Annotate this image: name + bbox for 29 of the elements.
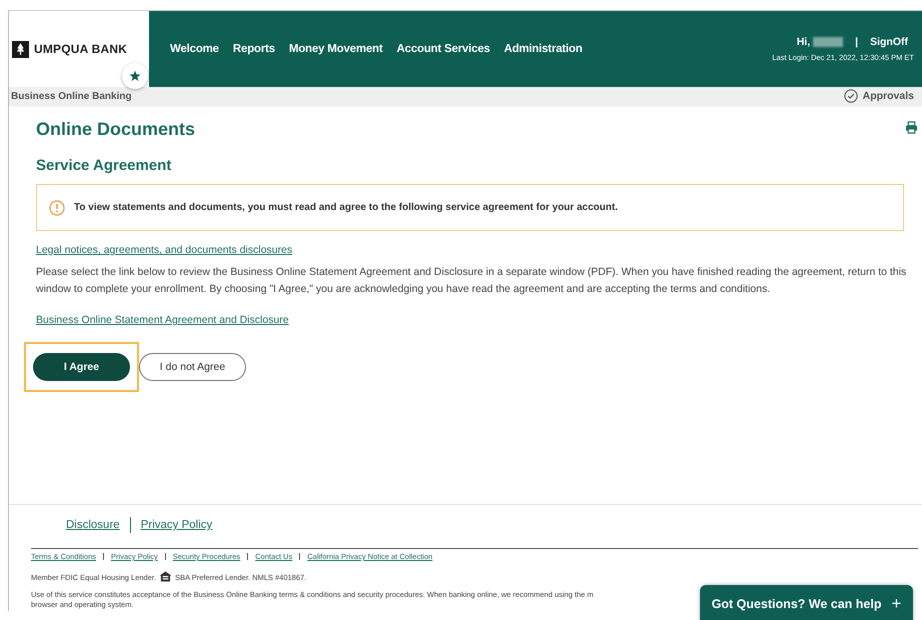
alert-text: To view statements and documents, you must read and agree to the following service agreement for your account. <box>74 202 618 213</box>
decline-button[interactable]: I do not Agree <box>139 353 246 381</box>
logo-icon <box>12 40 29 58</box>
redacted-name <box>813 37 844 47</box>
footer-link[interactable]: Privacy Policy <box>140 519 212 531</box>
nav-item[interactable]: Reports <box>232 43 275 55</box>
agree-button[interactable]: I Agree <box>33 353 130 381</box>
nav-item[interactable]: Welcome <box>170 43 219 55</box>
separator-text: | <box>855 36 858 48</box>
footer-link[interactable]: Disclosure <box>66 519 120 531</box>
check-circle-icon <box>844 89 858 103</box>
chat-button[interactable]: Got Questions? We can help + <box>700 585 913 620</box>
agreement-link[interactable]: Business Online Statement Agreement and Disclosure <box>36 314 289 326</box>
warning-icon <box>49 200 65 216</box>
logo-text[interactable]: UMPQUA BANK <box>34 42 128 56</box>
nav-item[interactable]: Account Services <box>396 43 490 55</box>
disclosures-link[interactable]: Legal notices, agreements, and documents disclosures <box>36 244 292 256</box>
breadcrumb-text: Business Online Banking <box>11 90 132 102</box>
equal-housing-icon <box>159 571 172 582</box>
print-icon[interactable] <box>905 121 918 134</box>
instructions-text: Please select the link below to review the Business Online Statement Agreement and Disclosure in a separate window (PDF). When you have finished reading the agreement, return to this window to complete your enrollment. By choosing "I Agree," you are acknowledging you have read the agreement and are accepting the terms and conditions. <box>36 265 908 297</box>
star-icon <box>129 70 141 82</box>
greeting-text: Hi, <box>796 36 810 48</box>
approvals-link[interactable]: Approvals <box>844 89 914 103</box>
section-title: Service Agreement <box>36 157 172 174</box>
signoff-link[interactable]: SignOff <box>870 36 908 48</box>
nav-item[interactable]: Money Movement <box>288 43 383 55</box>
page-title: Online Documents <box>36 119 196 140</box>
nav-item[interactable]: Administration <box>504 43 582 55</box>
